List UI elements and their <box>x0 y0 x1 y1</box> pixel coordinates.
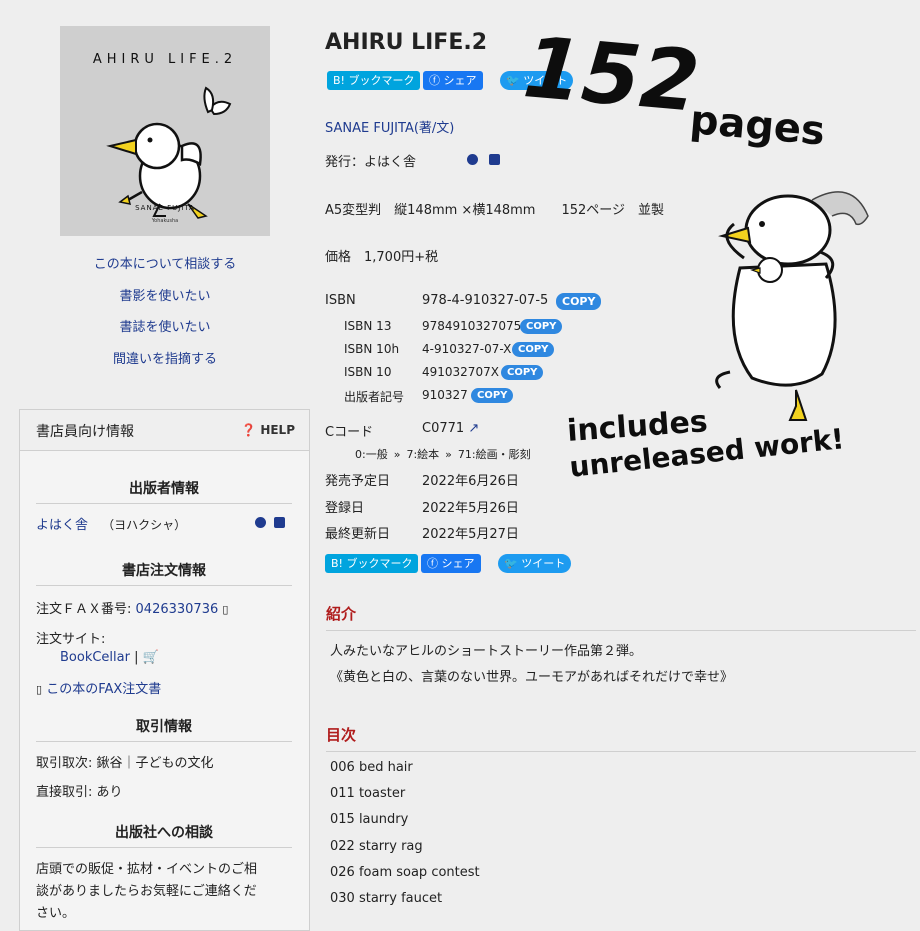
duck-illustration-overlay <box>715 191 869 421</box>
isbn13-value: 9784910327075 <box>422 319 522 333</box>
external-link-icon[interactable]: ↗ <box>468 421 479 436</box>
help-button[interactable]: ❓ HELP <box>241 423 295 437</box>
facebook-icon: ⓕ <box>429 74 444 87</box>
publisher-code-value: 910327 <box>422 388 468 402</box>
facebook-icon: ⓕ <box>427 557 442 570</box>
isbn-value: 978-4-910327-07-5 <box>422 293 549 308</box>
toc-item: 022 starry rag <box>330 839 423 854</box>
ccode-label: Cコード <box>325 425 374 440</box>
release-date-label: 発売予定日 <box>325 474 391 489</box>
isbn10-label: ISBN 10 <box>344 365 392 379</box>
publisher-line: 発行：よはく舎 <box>325 155 417 170</box>
isbn10-value: 491032707X <box>422 365 499 379</box>
pdf-icon: ▯ <box>222 603 229 616</box>
consult-book-link[interactable]: この本について相談する <box>94 257 237 272</box>
pdf-icon: ▯ <box>36 683 43 696</box>
toc-item: 006 bed hair <box>330 760 413 775</box>
toc-item: 026 foam soap contest <box>330 865 480 880</box>
book-cover-image: AHIRU LIFE.2 SANAE FUJITA Yohakusha <box>60 26 270 236</box>
consult-text-1: 店頭での販促・拡材・イベントのご相 <box>36 862 258 877</box>
consult-text-2: 談がありましたらお気軽にご連絡くだ <box>36 884 257 899</box>
isbn-label: ISBN <box>325 293 356 308</box>
cover-publisher: Yohakusha <box>151 218 179 224</box>
trade-agent: 取引取次: 鍬谷｜子どもの文化 <box>36 756 214 771</box>
publisher-info-heading: 出版者情報 <box>36 478 292 504</box>
twitter-icon[interactable] <box>489 153 500 168</box>
copy-isbn13-button[interactable]: COPY <box>520 319 563 334</box>
cover-author: SANAE FUJITA <box>135 204 195 212</box>
publisher-code-label: 出版者記号 <box>344 390 405 404</box>
order-site-label: 注文サイト: <box>36 632 106 647</box>
intro-heading: 紹介 <box>326 603 916 631</box>
release-date-value: 2022年6月26日 <box>422 474 519 489</box>
registered-date-label: 登録日 <box>325 501 365 516</box>
registered-date-value: 2022年5月26日 <box>422 501 519 516</box>
author-link[interactable]: SANAE FUJITA(著/文) <box>325 121 454 136</box>
twitter-icon[interactable] <box>274 516 285 531</box>
overlay-page-count: 152 <box>519 18 704 131</box>
fax-number-link[interactable]: 0426330736 <box>136 602 219 617</box>
direct-trade: 直接取引: あり <box>36 785 123 800</box>
copy-isbn10-button[interactable]: COPY <box>501 365 544 380</box>
use-cover-image-link[interactable]: 書影を使いたい <box>119 289 210 304</box>
bookcellar-link[interactable]: BookCellar <box>60 650 130 665</box>
order-info-heading: 書店注文情報 <box>36 560 292 586</box>
fax-row: 注文ＦＡＸ番号: 0426330736 ▯ <box>36 598 228 617</box>
publisher-name-link[interactable]: よはく舎 <box>36 518 88 533</box>
toc-item: 030 starry faucet <box>330 891 443 906</box>
publisher-kana: （ヨハクシャ） <box>102 518 187 532</box>
toc-heading: 目次 <box>326 724 916 752</box>
use-bibliography-link[interactable]: 書誌を使いたい <box>119 320 210 335</box>
isbn10h-value: 4-910327-07-X <box>422 342 512 356</box>
tweet-button-2[interactable]: 🐦 ツイート <box>498 554 572 573</box>
overlay-pages-label: pages <box>688 97 827 155</box>
help-icon: ❓ <box>241 423 261 437</box>
toc-item: 015 laundry <box>330 812 409 827</box>
consult-heading: 出版社への相談 <box>36 822 292 848</box>
ccode-value: C0771 <box>422 421 465 436</box>
panel-header: 書店員向け情報 ❓ HELP <box>20 410 309 451</box>
isbn10h-label: ISBN 10h <box>344 342 400 356</box>
fax-label: 注文ＦＡＸ番号: <box>36 602 132 617</box>
intro-line-2: 《黄色と白の、言葉のない世界。ユーモアがあればそれだけで幸せ》 <box>330 670 734 685</box>
consult-text-3: さい。 <box>36 906 76 921</box>
ccode-value-row: C0771 ↗ <box>422 421 479 436</box>
isbn13-label: ISBN 13 <box>344 319 392 333</box>
left-links: この本について相談する 書影を使いたい 書誌を使いたい 間違いを指摘する <box>60 249 270 375</box>
author-line: SANAE FUJITA(著/文) <box>325 117 454 136</box>
website-icon[interactable] <box>467 153 478 168</box>
fax-order-row: ▯ この本のFAX注文書 <box>36 678 161 697</box>
website-icon[interactable] <box>255 516 266 531</box>
publisher-name-row: よはく舎 （ヨハクシャ） <box>36 514 186 533</box>
trade-info-heading: 取引情報 <box>36 716 292 742</box>
facebook-share-button[interactable]: ⓕ シェア <box>423 71 483 90</box>
fax-order-form-link[interactable]: この本のFAX注文書 <box>46 682 161 697</box>
cart-icon[interactable]: 🛒 <box>143 650 159 665</box>
book-title: AHIRU LIFE.2 <box>325 30 488 55</box>
facebook-share-button-2[interactable]: ⓕ シェア <box>421 554 481 573</box>
copy-isbn10h-button[interactable]: COPY <box>512 342 555 357</box>
bookstore-info-panel: 書店員向け情報 ❓ HELP 出版者情報 よはく舎 （ヨハクシャ） 書店注文情報… <box>19 409 310 931</box>
price-line: 価格 1,700円+税 <box>325 250 439 265</box>
toc-item: 011 toaster <box>330 786 406 801</box>
report-error-link[interactable]: 間違いを指摘する <box>113 352 217 367</box>
intro-line-1: 人みたいなアヒルのショートストーリー作品第２弾。 <box>330 644 643 659</box>
format-line: A5変型判 縦148mm ×横148mm 152ページ 並製 <box>325 203 665 218</box>
copy-publisher-code-button[interactable]: COPY <box>471 388 514 403</box>
hatena-bookmark-button[interactable]: B! ブックマーク <box>327 71 421 90</box>
panel-title: 書店員向け情報 <box>36 424 134 440</box>
updated-date-label: 最終更新日 <box>325 527 391 542</box>
order-site-row: BookCellar | 🛒 <box>60 650 159 665</box>
twitter-bird-icon: 🐦 <box>506 74 524 87</box>
hatena-bookmark-button-2[interactable]: B! ブックマーク <box>325 554 419 573</box>
copy-isbn-button[interactable]: COPY <box>556 293 602 310</box>
ccode-breakdown: 0:一般» 7:絵本» 71:絵画・彫刻 <box>355 448 531 461</box>
twitter-bird-icon: 🐦 <box>504 557 522 570</box>
updated-date-value: 2022年5月27日 <box>422 527 519 542</box>
